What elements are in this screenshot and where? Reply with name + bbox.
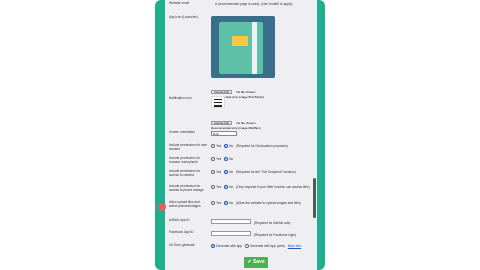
save-button[interactable]: ✔ Save <box>244 257 268 268</box>
notebook-label <box>232 36 248 46</box>
perm-camera-yes-radio[interactable] <box>211 170 215 175</box>
perm-microphone-no-label: No <box>229 157 234 161</box>
perm-storage-label: Include permission for access to phone s… <box>169 184 204 192</box>
facebook-label: Facebook App ID <box>169 230 194 234</box>
perm-storage-note: (Only required if your Web function can … <box>236 185 310 189</box>
website-mode-label: Website mode <box>169 1 190 5</box>
on-error-opt1-label: Generate with app <box>216 244 243 248</box>
perm-camera-no-radio[interactable] <box>224 170 229 175</box>
app-icon-preview <box>211 16 275 78</box>
admob-note: (Required for AdMob ads) <box>253 221 291 225</box>
perm-camera-yes-label: Yes <box>216 170 222 174</box>
facebook-field: (Required for Facebook login) <box>211 231 296 237</box>
notification-hint-row: Recommended size (image 96x96px) <box>211 116 317 130</box>
perm-camera-row: Include permission for access to camera … <box>169 169 315 180</box>
notification-icon-preview <box>211 96 225 108</box>
screen-orientation-value: Both <box>211 131 237 136</box>
notification-icon-label: Notification icon <box>169 96 192 100</box>
perm-camera-no-label: No <box>229 170 234 174</box>
allow-files-no-radio[interactable] <box>224 201 229 206</box>
facebook-note: (Required for Facebook login) <box>253 233 297 237</box>
screen-orientation-label: Screen orientation <box>169 130 195 134</box>
admob-input[interactable] <box>211 219 251 224</box>
notification-hint: Recommended size (image 96x96px) <box>211 126 261 130</box>
perm-location-label: Include permission for user location <box>169 143 208 151</box>
perm-camera-note: (Required for the "Get Snapshot" functio… <box>236 170 296 174</box>
perm-location-no-label: No <box>229 144 234 148</box>
perm-location-note: (Required for Geolocation purposes) <box>236 144 288 148</box>
save-button-label: Save <box>252 259 265 265</box>
notebook-icon <box>219 22 263 74</box>
perm-location-row: Include permission for user location Yes… <box>169 143 315 154</box>
allow-files-yes-label: Yes <box>216 201 222 205</box>
perm-storage-yes-radio[interactable] <box>211 185 215 190</box>
website-mode-row: Website mode A (recommended page is used… <box>169 1 315 12</box>
allow-files-note: (Allow the website to upload images and … <box>236 201 301 205</box>
allow-files-label: Allow upload files and select pictures/i… <box>169 200 201 208</box>
notification-icon-row: Notification icon <box>169 96 315 107</box>
admob-label: AdMob App ID <box>169 218 190 222</box>
perm-microphone-no-radio[interactable] <box>224 157 229 162</box>
notebook-spine <box>252 22 257 74</box>
floating-indicator[interactable] <box>158 203 166 211</box>
allow-files-options: Yes No (Allow the website to upload imag… <box>211 201 301 206</box>
perm-camera-label: Include permission for access to camera <box>169 169 201 177</box>
perm-location-yes-radio[interactable] <box>211 144 215 149</box>
screen-orientation-select[interactable]: Both <box>211 131 237 136</box>
screen-orientation-row: Screen orientation Both <box>169 130 315 141</box>
allow-files-no-label: No <box>229 201 234 205</box>
perm-location-yes-label: Yes <box>216 144 222 148</box>
app-icon-label: App icon (Launcher) <box>169 15 198 19</box>
allow-files-row: Allow upload files and select pictures/i… <box>169 200 315 211</box>
on-error-opt1-radio[interactable] <box>211 244 215 249</box>
background-left <box>0 0 160 270</box>
website-mode-value: A (recommended page is used). (Use 'mobi… <box>215 2 293 6</box>
perm-camera-options: Yes No (Required for the "Get Snapshot" … <box>211 170 296 175</box>
on-error-row: On Error generate Generate with app Gene… <box>169 243 315 254</box>
perm-storage-options: Yes No (Only required if your Web functi… <box>211 185 310 190</box>
perm-microphone-yes-radio[interactable] <box>211 157 215 162</box>
app-settings-screen: Website mode A (recommended page is used… <box>165 0 317 270</box>
facebook-row: Facebook App ID (Required for Facebook l… <box>169 230 315 241</box>
scrollbar[interactable] <box>313 178 316 218</box>
perm-location-options: Yes No (Required for Geolocation purpose… <box>211 144 288 149</box>
app-icon-hint-row: Recommended size (image 512x512px) <box>211 85 317 99</box>
perm-microphone-options: Yes No <box>211 157 234 162</box>
perm-storage-no-label: No <box>229 185 234 189</box>
perm-storage-row: Include permission for access to phone s… <box>169 184 315 195</box>
background-right <box>320 0 480 270</box>
perm-storage-no-radio[interactable] <box>224 185 229 190</box>
perm-location-no-radio[interactable] <box>224 144 229 149</box>
admob-field: (Required for AdMob ads) <box>211 219 290 225</box>
on-error-opt2-radio[interactable] <box>244 244 249 249</box>
on-error-opt2-label: Generate with app (web) <box>249 244 285 248</box>
perm-microphone-yes-label: Yes <box>216 157 222 161</box>
on-error-label: On Error generate <box>169 243 195 247</box>
allow-files-yes-radio[interactable] <box>211 201 215 206</box>
perm-storage-yes-label: Yes <box>216 185 222 189</box>
on-error-more-info-link[interactable]: More info <box>288 244 301 248</box>
admob-row: AdMob App ID (Required for AdMob ads) <box>169 218 315 229</box>
perm-microphone-label: Include permission for browser microphon… <box>169 156 201 164</box>
on-error-options: Generate with app Generate with app (web… <box>211 244 301 249</box>
facebook-input[interactable] <box>211 231 251 236</box>
perm-microphone-row: Include permission for browser microphon… <box>169 156 315 167</box>
